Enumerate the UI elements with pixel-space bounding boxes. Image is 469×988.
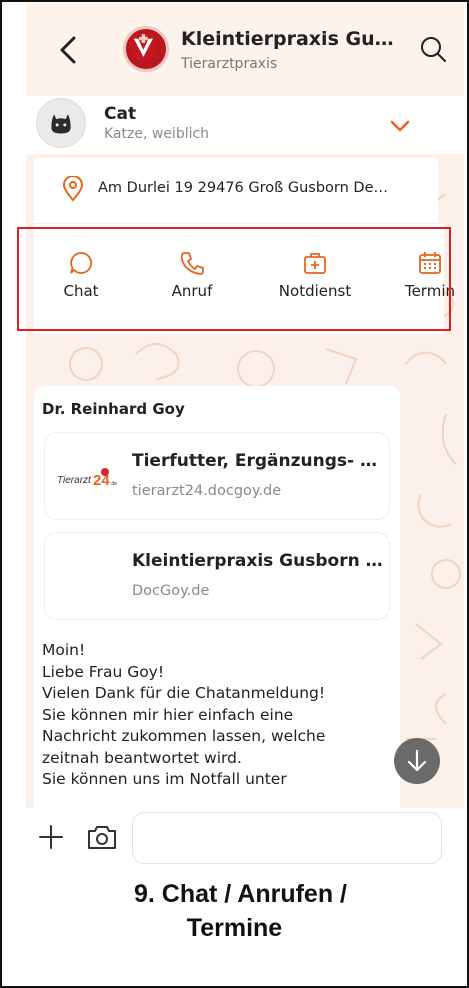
link-thumbnail: Tierarzt 24 .de [55,445,119,509]
cat-icon [51,114,71,134]
message-input-bar [26,808,464,870]
link-title: Tierfutter, Ergänzungs- … [132,451,377,471]
link-title: Kleintierpraxis Gusborn … [132,551,383,571]
message-sender: Dr. Reinhard Goy [42,400,185,418]
address-text: Am Durlei 19 29476 Groß Gusborn De… [98,180,388,196]
chevron-left-icon[interactable] [54,32,84,68]
chat-message: Dr. Reinhard Goy Tierarzt 24 .de Tierfut… [34,386,400,808]
practice-logo[interactable] [123,26,169,72]
pet-name: Cat [104,104,137,124]
caption-line-2: Termine [186,914,283,942]
link-domain: DocGoy.de [132,583,210,599]
link-domain: tierarzt24.docgoy.de [132,483,282,499]
svg-text:Tierarzt: Tierarzt [57,475,92,486]
search-icon[interactable] [418,34,448,64]
pet-avatar [36,98,86,148]
arrow-down-icon [407,749,427,772]
message-body: Moin! Liebe Frau Goy! Vielen Dank für di… [42,641,326,788]
link-preview-card[interactable]: Tierarzt 24 .de Tierfutter, Ergänzungs- … [44,432,390,520]
chevron-down-icon[interactable] [388,114,412,138]
caption-line-1: 9. Chat / Anrufen / [134,880,347,908]
address-card[interactable]: Am Durlei 19 29476 Groß Gusborn De… [34,158,438,224]
scroll-down-button[interactable] [394,738,440,784]
highlight-box [17,227,451,331]
svg-text:.de: .de [110,481,117,487]
tierarzt24-logo: Tierarzt 24 .de [57,468,117,489]
pet-description: Katze, weiblich [104,126,210,142]
message-input[interactable] [132,812,442,864]
pet-selector[interactable]: Cat Katze, weiblich [26,96,464,154]
practice-subtitle: Tierarztpraxis [181,56,278,72]
link-preview-card[interactable]: Kleintierpraxis Gusborn … DocGoy.de [44,532,390,620]
camera-icon[interactable] [86,822,118,852]
practice-title[interactable]: Kleintierpraxis Gu… [181,28,394,50]
plus-icon[interactable] [38,824,64,850]
location-pin-icon [62,176,84,202]
app-header: Kleintierpraxis Gu… Tierarztpraxis [26,4,464,96]
